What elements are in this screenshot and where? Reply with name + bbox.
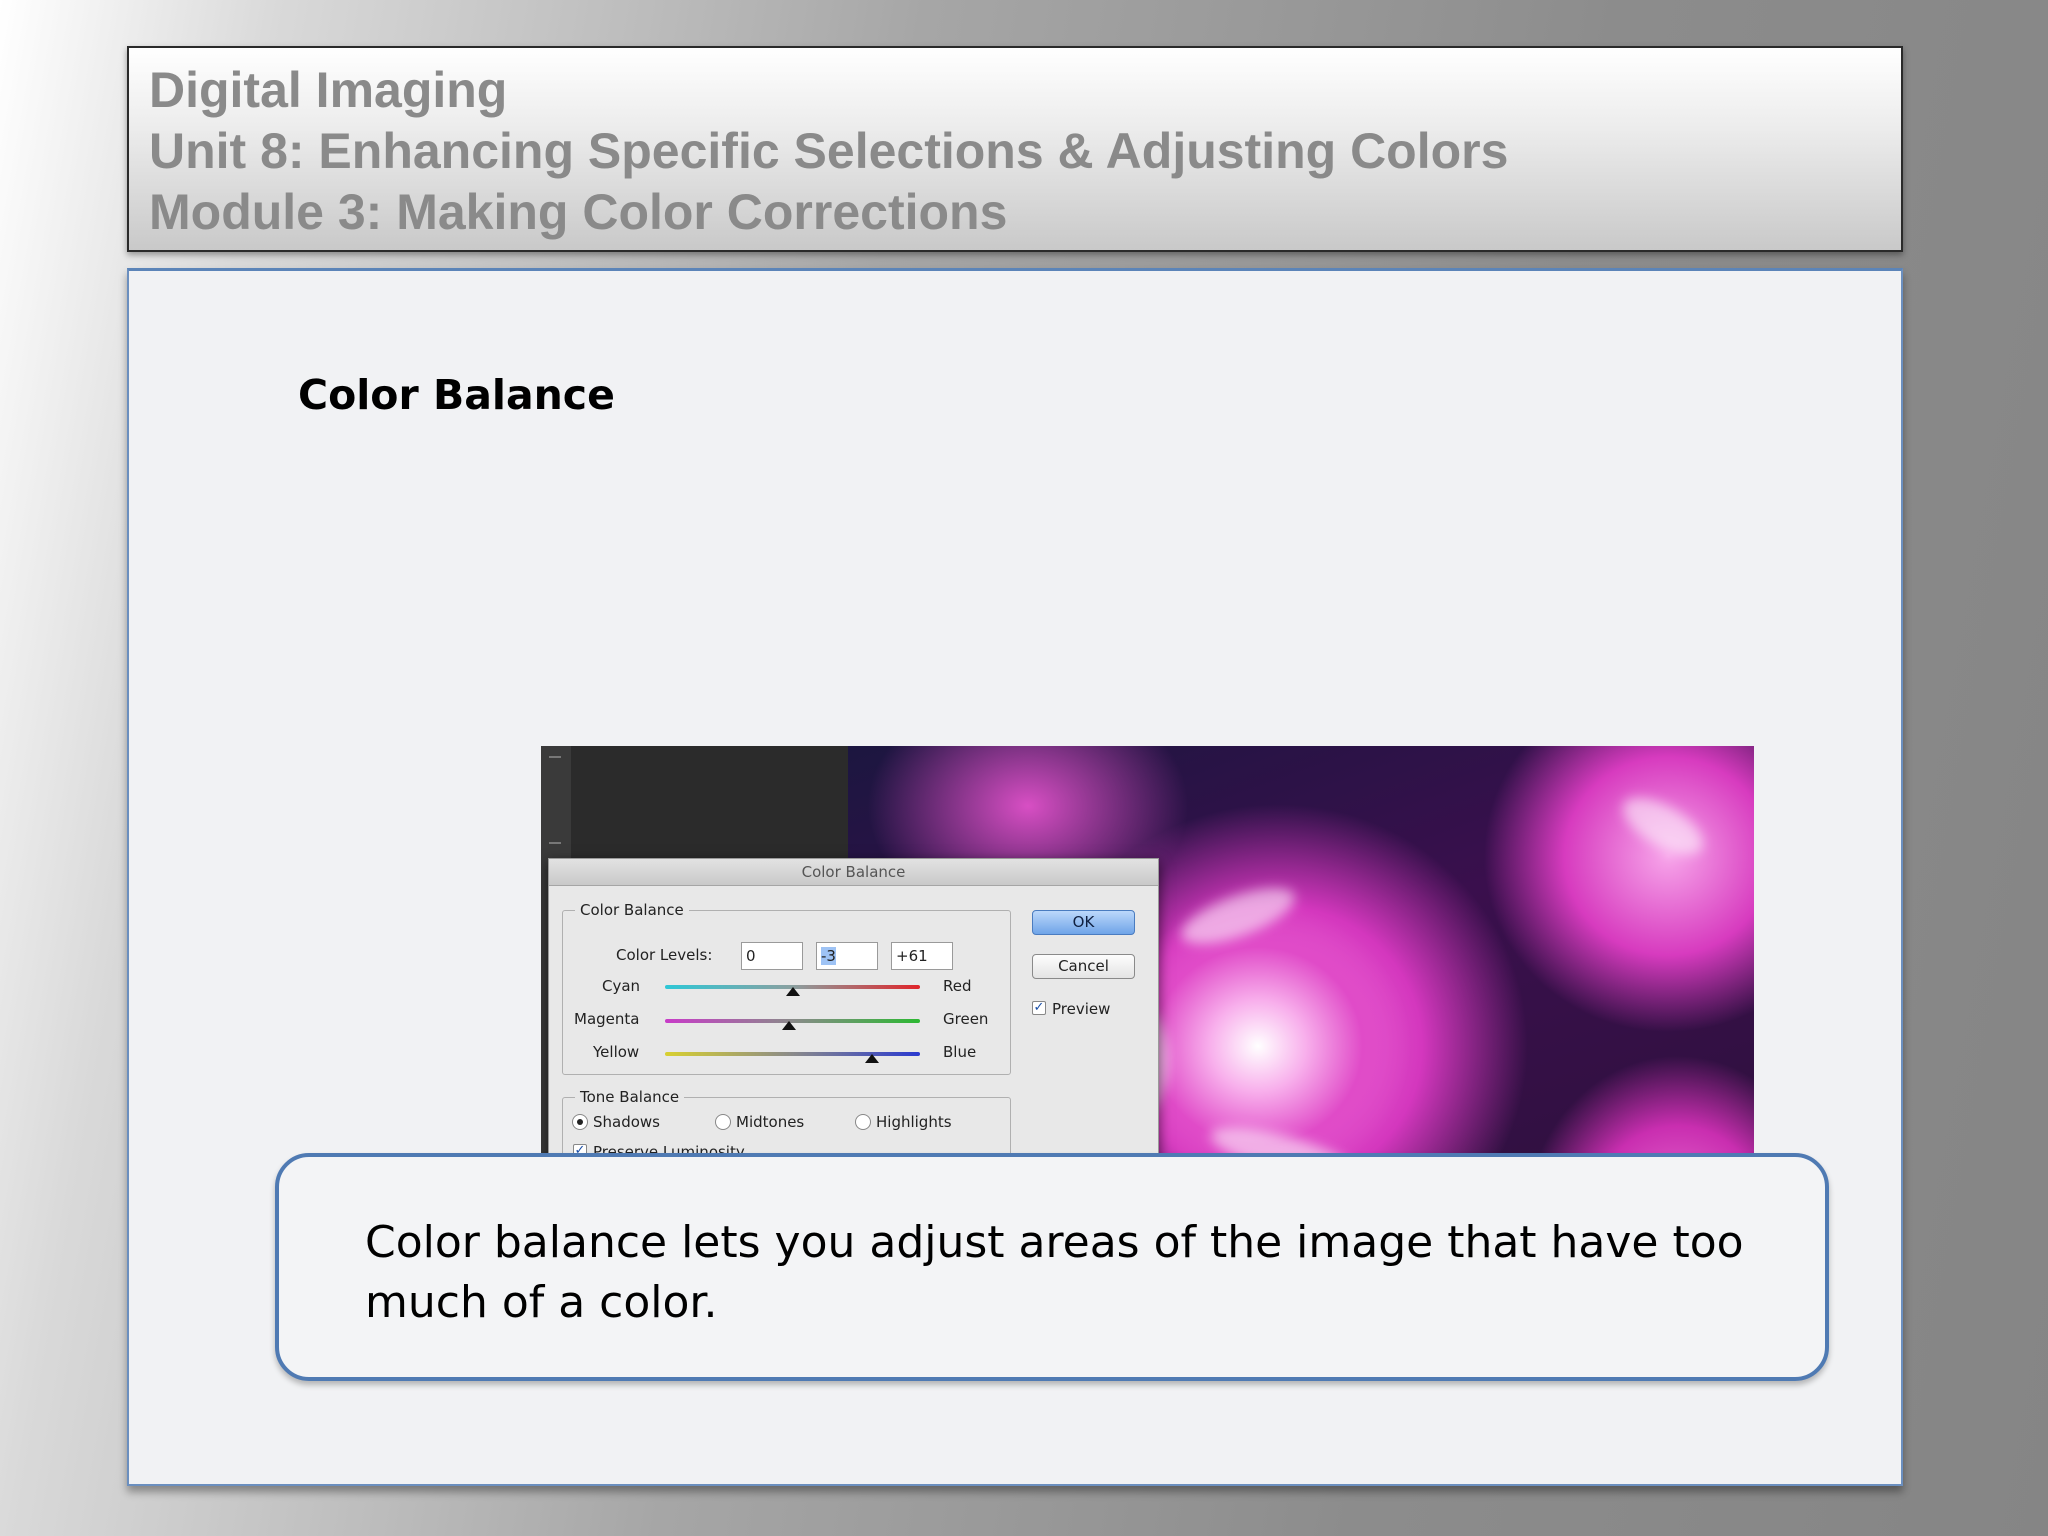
highlights-label: Highlights [876,1113,952,1131]
dialog-title: Color Balance [549,859,1158,886]
slide-header: Digital Imaging Unit 8: Enhancing Specif… [127,46,1903,252]
unit-title: Unit 8: Enhancing Specific Selections & … [149,123,1509,179]
ok-button[interactable]: OK [1032,910,1135,935]
preview-label: Preview [1052,1000,1111,1018]
level-input-cyan-red[interactable]: 0 [741,942,803,970]
slider-yellow-label: Yellow [593,1043,640,1061]
midtones-radio[interactable] [715,1114,731,1130]
slider-magenta-label: Magenta [574,1010,640,1028]
course-title: Digital Imaging [149,62,508,118]
slide-heading: Color Balance [298,371,615,419]
cancel-button[interactable]: Cancel [1032,954,1135,979]
midtones-label: Midtones [736,1113,805,1131]
module-title: Module 3: Making Color Corrections [149,184,1008,240]
yellow-blue-slider-thumb[interactable] [865,1054,879,1063]
color-levels-label: Color Levels: [616,946,713,964]
caption-box: Color balance lets you adjust areas of t… [275,1153,1829,1381]
color-balance-group-label: Color Balance [575,901,689,919]
level-input-magenta-green[interactable]: -3 [816,942,878,970]
shadows-label: Shadows [593,1113,661,1131]
slider-blue-label: Blue [943,1043,977,1061]
color-balance-dialog: Color Balance Color Balance Color Levels… [548,858,1159,1192]
yellow-blue-slider[interactable] [665,1052,920,1056]
color-balance-group: Color Balance Color Levels: 0 -3 +61 Cya… [562,901,1011,1075]
level-input-yellow-blue[interactable]: +61 [891,942,953,970]
slider-cyan-label: Cyan [602,977,641,995]
magenta-green-slider-thumb[interactable] [782,1021,796,1030]
tone-balance-group-label: Tone Balance [575,1088,685,1106]
highlights-radio[interactable] [855,1114,871,1130]
slider-green-label: Green [943,1010,989,1028]
slide-content: Color Balance Color Balance Color Balanc… [127,268,1903,1486]
cyan-red-slider-thumb[interactable] [786,987,800,996]
slider-red-label: Red [943,977,972,995]
shadows-radio[interactable] [572,1114,588,1130]
preview-checkbox[interactable]: ✓ [1032,1001,1046,1015]
